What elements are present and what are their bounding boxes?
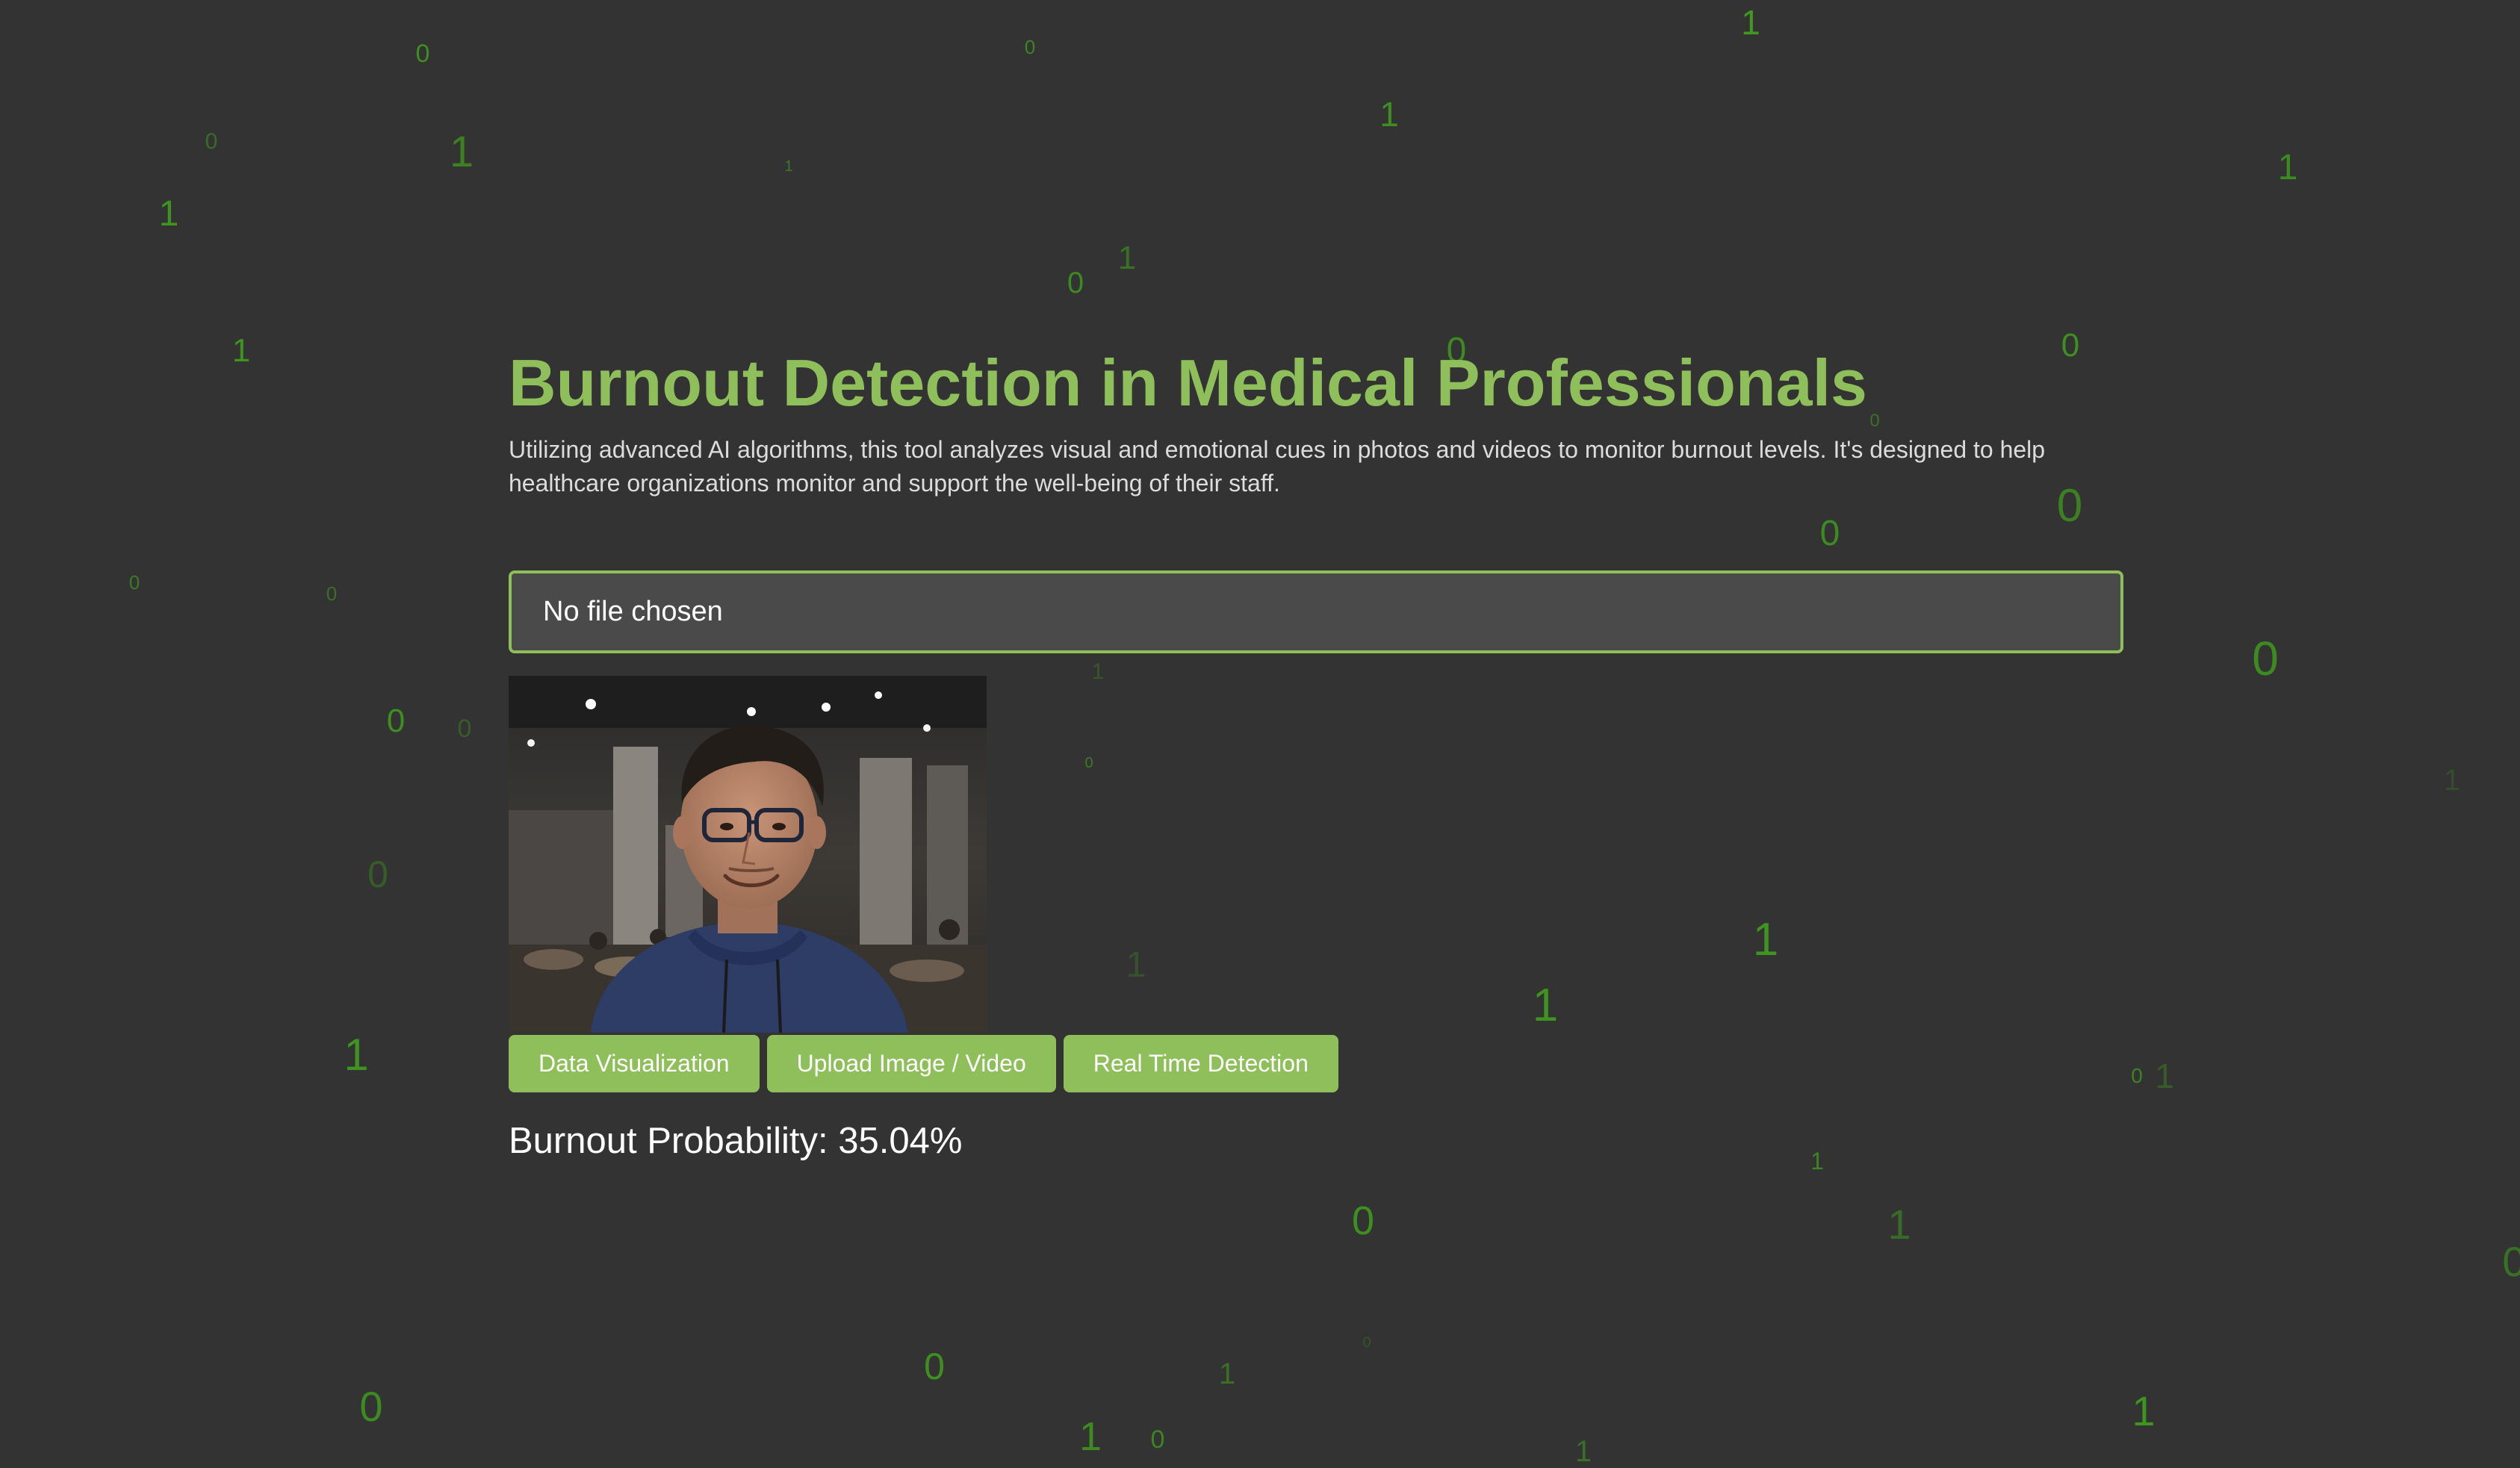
page-title: Burnout Detection in Medical Professiona… — [509, 346, 1867, 420]
binary-digit: 1 — [1741, 3, 1760, 42]
binary-digit: 0 — [1819, 514, 1840, 553]
binary-digit: 0 — [128, 571, 140, 594]
binary-digit: 0 — [1351, 1198, 1375, 1243]
binary-digit: 0 — [1024, 36, 1036, 58]
binary-digit: 0 — [2061, 327, 2080, 364]
binary-digit: 0 — [1869, 411, 1880, 431]
binary-digit: 0 — [2252, 632, 2279, 685]
file-input[interactable]: No file chosen — [509, 570, 2123, 653]
binary-digit: 0 — [415, 40, 430, 68]
binary-digit: 0 — [367, 853, 388, 895]
binary-digit: 1 — [1126, 945, 1146, 985]
binary-digit: 0 — [1150, 1425, 1165, 1454]
binary-digit: 0 — [1362, 1334, 1371, 1351]
upload-image-video-button[interactable]: Upload Image / Video — [766, 1035, 1056, 1092]
person-photo — [509, 676, 987, 1033]
binary-digit: 0 — [386, 703, 406, 739]
binary-digit: 1 — [2277, 148, 2298, 187]
binary-digit: 1 — [1079, 1414, 1102, 1459]
binary-digit: 1 — [1091, 659, 1105, 684]
binary-digit: 1 — [1117, 240, 1137, 276]
file-input-label: No file chosen — [543, 596, 723, 627]
page-description: Utilizing advanced AI algorithms, this t… — [509, 436, 2046, 497]
binary-digit: 0 — [1084, 755, 1093, 771]
action-buttons: Data Visualization Upload Image / Video … — [509, 1035, 1338, 1092]
binary-digit: 1 — [344, 1030, 369, 1080]
binary-digit: 1 — [232, 332, 251, 369]
binary-digit: 1 — [1887, 1201, 1911, 1248]
binary-digit: 1 — [158, 194, 179, 234]
binary-digit: 0 — [2502, 1238, 2520, 1285]
data-visualization-button[interactable]: Data Visualization — [509, 1035, 760, 1092]
burnout-probability: Burnout Probability: 35.04% — [509, 1121, 963, 1161]
binary-digit: 1 — [1752, 914, 1779, 965]
binary-digit: 1 — [2443, 764, 2461, 797]
binary-digit: 1 — [1218, 1357, 1236, 1390]
binary-digit: 1 — [784, 158, 793, 175]
binary-digit: 0 — [1067, 267, 1084, 299]
image-preview — [509, 676, 987, 1033]
binary-digit: 0 — [359, 1383, 383, 1430]
binary-digit: 1 — [1532, 980, 1559, 1031]
binary-digit: 0 — [205, 129, 218, 154]
binary-digit: 1 — [1380, 95, 1399, 134]
binary-digit: 1 — [449, 128, 474, 176]
real-time-detection-button[interactable]: Real Time Detection — [1063, 1035, 1338, 1092]
binary-digit: 1 — [1574, 1435, 1592, 1468]
binary-digit: 0 — [457, 715, 472, 743]
binary-digit: 1 — [1810, 1148, 1824, 1175]
binary-digit: 1 — [2132, 1387, 2156, 1434]
binary-digit: 0 — [326, 582, 338, 605]
binary-digit: 0 — [924, 1346, 945, 1387]
binary-digit: 0 — [2131, 1064, 2143, 1087]
binary-rain-background: 0010111111010000000001001011101110100100… — [0, 0, 2520, 1467]
binary-digit: 1 — [2155, 1057, 2174, 1095]
